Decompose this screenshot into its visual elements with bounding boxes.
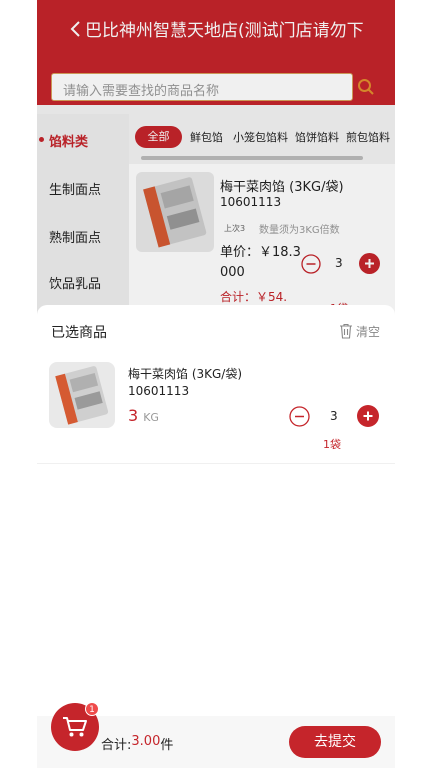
- clear-button[interactable]: 清空: [339, 322, 380, 340]
- right-margin: [395, 0, 432, 768]
- selected-item-weight: 3 KG: [128, 406, 159, 425]
- overlay-dim: [37, 0, 395, 318]
- selected-item-unit: 1袋: [323, 438, 341, 451]
- cart-badge: 1: [85, 702, 99, 716]
- left-margin: [0, 0, 37, 768]
- total-value: 3.00: [131, 734, 161, 749]
- weight-unit: KG: [143, 411, 159, 424]
- selected-items-sheet: 已选商品 清空 梅干菜肉馅 (3KG/袋) 10601113 3 KG 3 1袋: [37, 305, 395, 768]
- weight-value: 3: [128, 406, 139, 425]
- app-screen: 巴比神州智慧天地店(测试门店请勿下 请输入需要查找的商品名称 馅料类 生制面点 …: [37, 0, 395, 768]
- selected-item-name: 梅干菜肉馅 (3KG/袋): [128, 367, 243, 381]
- total-prefix: 合计:: [101, 738, 132, 753]
- minus-circle-icon[interactable]: [289, 406, 310, 427]
- selected-item-code: 10601113: [128, 384, 190, 398]
- product-bag-illustration: [55, 366, 109, 425]
- plus-circle-icon[interactable]: [357, 405, 379, 427]
- sheet-title: 已选商品: [51, 325, 107, 341]
- submit-button[interactable]: 去提交: [289, 726, 381, 758]
- divider: [37, 463, 395, 464]
- cart-icon: [63, 717, 87, 737]
- selected-item-quantity[interactable]: 3: [330, 409, 338, 423]
- trash-icon: [340, 323, 352, 339]
- selected-item-image: [49, 362, 115, 428]
- order-total: 合计: 3.00 件: [101, 734, 173, 753]
- clear-label: 清空: [356, 324, 381, 339]
- total-suffix: 件: [160, 738, 174, 753]
